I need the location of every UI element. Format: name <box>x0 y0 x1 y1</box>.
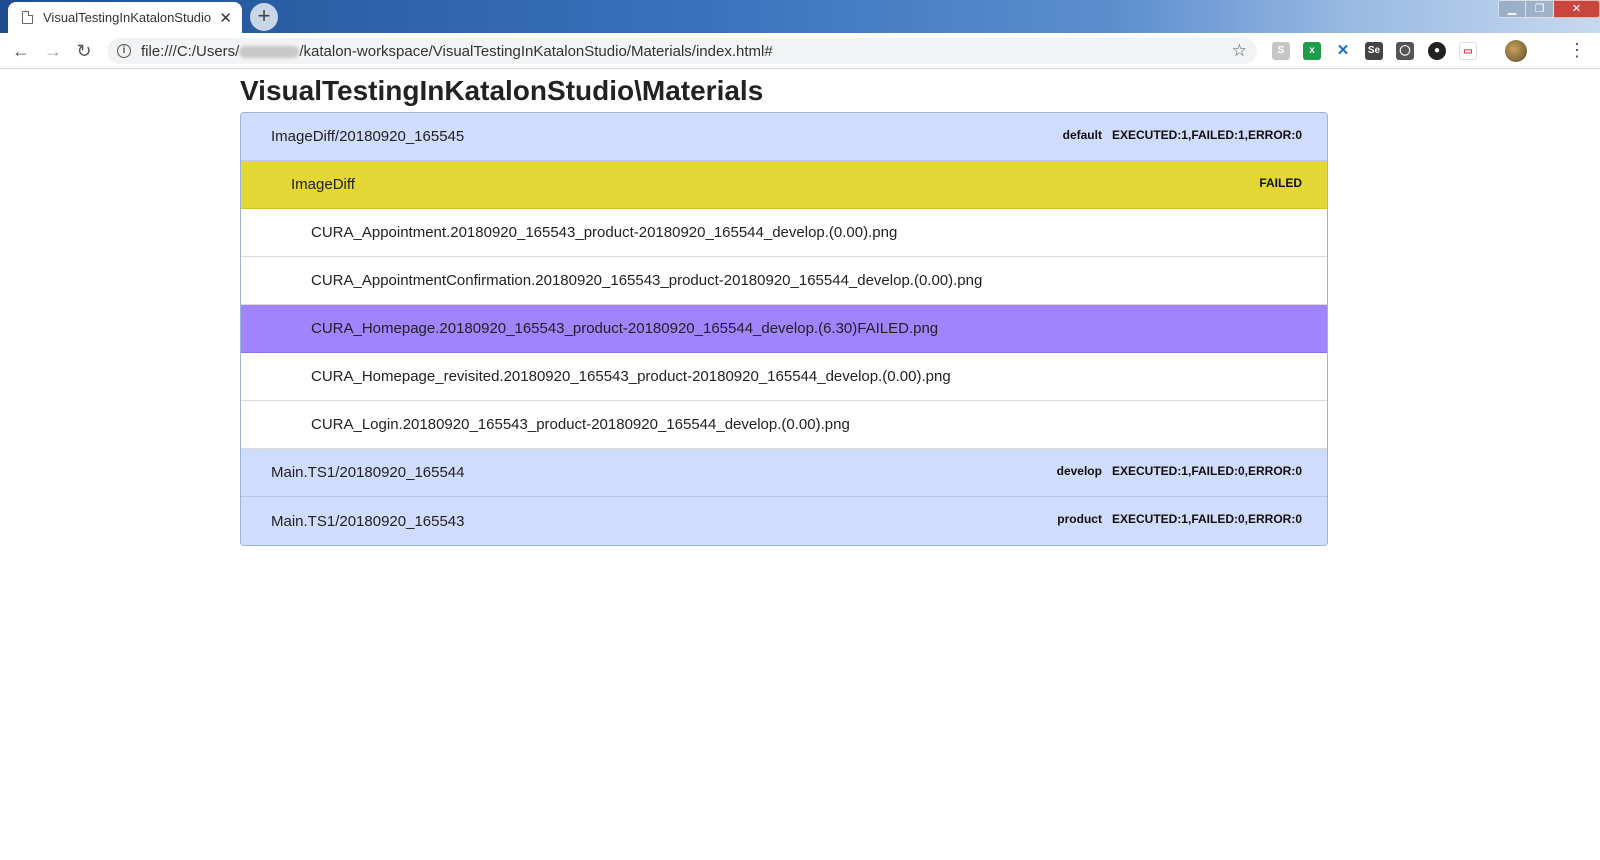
browser-tab[interactable]: VisualTestingInKatalonStudio\ ✕ <box>8 2 242 33</box>
suite-row[interactable]: Main.TS1/20180920_165543 product EXECUTE… <box>241 497 1327 545</box>
suite-profile: default <box>1062 128 1102 142</box>
suite-stats: EXECUTED:1,FAILED:0,ERROR:0 <box>1111 512 1302 526</box>
extension-color-icon[interactable]: ● <box>1428 42 1446 60</box>
suite-profile: product <box>1057 512 1102 526</box>
tab-title: VisualTestingInKatalonStudio\ <box>43 10 212 25</box>
browser-titlebar: VisualTestingInKatalonStudio\ ✕ + ▁ ❐ ✕ <box>0 0 1600 33</box>
extension-shield-icon[interactable]: ◯ <box>1396 42 1414 60</box>
bookmark-star-icon[interactable]: ☆ <box>1232 41 1247 61</box>
results-tree: ImageDiff/20180920_165545 default EXECUT… <box>240 112 1328 546</box>
file-label: CURA_Homepage.20180920_165543_product-20… <box>311 320 939 337</box>
page-icon <box>22 11 33 24</box>
suite-meta: develop EXECUTED:1,FAILED:0,ERROR:0 <box>1057 464 1302 478</box>
testcase-label: ImageDiff <box>291 176 355 193</box>
window-controls: ▁ ❐ ✕ <box>1498 0 1600 18</box>
minimize-button[interactable]: ▁ <box>1498 0 1526 18</box>
extension-excel-icon[interactable]: x <box>1303 42 1321 60</box>
file-label: CURA_Homepage_revisited.20180920_165543_… <box>311 368 951 385</box>
suite-meta: product EXECUTED:1,FAILED:0,ERROR:0 <box>1057 512 1302 526</box>
new-tab-button[interactable]: + <box>250 3 278 31</box>
profile-avatar[interactable] <box>1505 40 1527 62</box>
browser-toolbar: ← → ↻ i file:///C:/Users//katalon-worksp… <box>0 33 1600 69</box>
page-content: VisualTestingInKatalonStudio\Materials I… <box>240 70 1328 546</box>
file-label: CURA_Login.20180920_165543_product-20180… <box>311 416 850 433</box>
browser-menu-icon[interactable]: ⋮ <box>1568 40 1586 60</box>
extension-s-icon[interactable]: S <box>1272 42 1290 60</box>
close-window-button[interactable]: ✕ <box>1554 0 1600 18</box>
address-bar[interactable]: i file:///C:/Users//katalon-workspace/Vi… <box>107 38 1257 64</box>
suite-row[interactable]: ImageDiff/20180920_165545 default EXECUT… <box>241 113 1327 161</box>
extension-css-icon[interactable]: ▭ <box>1459 42 1477 60</box>
forward-button[interactable]: → <box>41 39 65 63</box>
file-label: CURA_Appointment.20180920_165543_product… <box>311 224 898 241</box>
maximize-button[interactable]: ❐ <box>1526 0 1554 18</box>
testcase-status: FAILED <box>1259 176 1302 190</box>
testcase-meta: FAILED <box>1259 176 1302 190</box>
suite-stats: EXECUTED:1,FAILED:0,ERROR:0 <box>1111 464 1302 478</box>
suite-meta: default EXECUTED:1,FAILED:1,ERROR:0 <box>1063 128 1302 142</box>
file-row[interactable]: CURA_Login.20180920_165543_product-20180… <box>241 401 1327 449</box>
suite-stats: EXECUTED:1,FAILED:1,ERROR:0 <box>1111 128 1302 142</box>
extension-tools-icon[interactable]: ✕ <box>1334 42 1352 60</box>
page-title: VisualTestingInKatalonStudio\Materials <box>240 75 764 106</box>
extension-selenium-icon[interactable]: Se <box>1365 42 1383 60</box>
suite-row[interactable]: Main.TS1/20180920_165544 develop EXECUTE… <box>241 449 1327 497</box>
info-icon[interactable]: i <box>117 44 131 58</box>
file-label: CURA_AppointmentConfirmation.20180920_16… <box>311 272 983 289</box>
file-row[interactable]: CURA_Homepage_revisited.20180920_165543_… <box>241 353 1327 401</box>
file-row[interactable]: CURA_Appointment.20180920_165543_product… <box>241 209 1327 257</box>
reload-button[interactable]: ↻ <box>72 39 96 63</box>
file-row[interactable]: CURA_AppointmentConfirmation.20180920_16… <box>241 257 1327 305</box>
file-row-failed[interactable]: CURA_Homepage.20180920_165543_product-20… <box>241 305 1327 353</box>
suite-profile: develop <box>1056 464 1102 478</box>
testcase-row[interactable]: ImageDiff FAILED <box>241 161 1327 209</box>
back-button[interactable]: ← <box>9 39 33 63</box>
redacted-username <box>239 45 300 58</box>
url-text[interactable]: file:///C:/Users//katalon-workspace/Visu… <box>141 43 1232 60</box>
tab-close-icon[interactable]: ✕ <box>219 9 232 27</box>
